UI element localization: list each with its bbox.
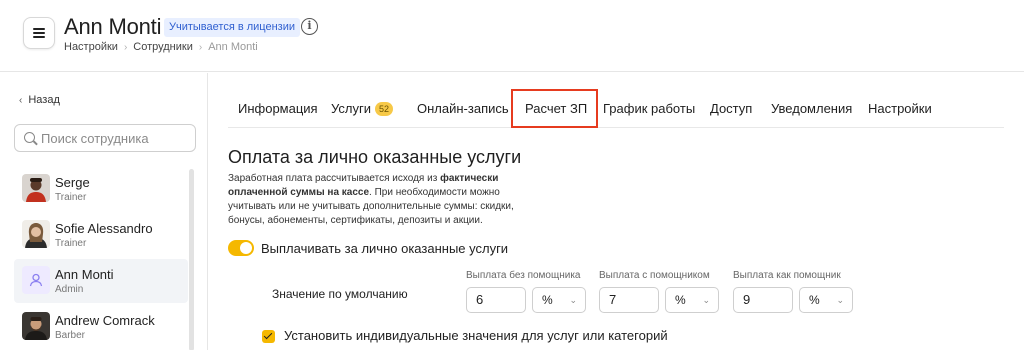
avatar — [22, 174, 50, 202]
value-input-as-assistant[interactable]: 9 — [733, 287, 793, 313]
col-label-with-assistant: Выплата с помощником — [599, 270, 710, 281]
pay-for-services-toggle[interactable] — [228, 240, 254, 256]
sidebar-scrollbar[interactable] — [189, 169, 194, 350]
breadcrumb-current: Ann Monti — [208, 41, 258, 53]
unit-select-as-assistant[interactable]: % ⌄ — [799, 287, 853, 313]
employee-role: Trainer — [55, 192, 87, 203]
hamburger-icon — [33, 28, 45, 38]
value-input-with-assistant[interactable]: 7 — [599, 287, 659, 313]
employee-name: Serge — [55, 175, 90, 190]
avatar — [22, 312, 50, 340]
tab-online-booking[interactable]: Онлайн-запись — [417, 90, 509, 128]
tab-label: График работы — [603, 101, 696, 116]
checkbox-label: Установить индивидуальные значения для у… — [284, 328, 668, 343]
breadcrumb-settings[interactable]: Настройки — [64, 41, 118, 53]
employee-search-input[interactable] — [41, 125, 191, 151]
unit-select-no-assistant[interactable]: % ⌄ — [532, 287, 586, 313]
tab-access[interactable]: Доступ — [710, 90, 752, 128]
back-label: Назад — [28, 94, 60, 106]
value-input-no-assistant[interactable]: 6 — [466, 287, 526, 313]
chevron-down-icon: ⌄ — [702, 295, 710, 305]
employee-name: Ann Monti — [55, 267, 114, 282]
info-icon[interactable]: i — [301, 18, 318, 35]
unit-value: % — [809, 293, 820, 307]
col-label-no-assistant: Выплата без помощника — [466, 270, 581, 281]
back-link[interactable]: ‹ Назад — [19, 94, 60, 106]
description-text: Заработная плата рассчитывается исходя и… — [228, 173, 441, 184]
tab-schedule[interactable]: График работы — [603, 90, 695, 128]
tab-label: Доступ — [710, 101, 753, 116]
search-icon — [24, 132, 35, 143]
license-badge: Учитывается в лицензии — [164, 18, 300, 37]
unit-value: % — [675, 293, 686, 307]
toggle-label: Выплачивать за лично оказанные услуги — [261, 241, 509, 256]
chevron-down-icon: ⌄ — [836, 295, 844, 305]
chevron-left-icon: ‹ — [19, 94, 23, 106]
tab-services[interactable]: Услуги 52 — [331, 90, 393, 128]
employee-role: Trainer — [55, 238, 87, 249]
chevron-right-icon: › — [123, 41, 128, 53]
chevron-down-icon: ⌄ — [569, 295, 577, 305]
page-title: Ann Monti — [64, 14, 162, 39]
tab-label: Настройки — [868, 101, 932, 116]
unit-select-with-assistant[interactable]: % ⌄ — [665, 287, 719, 313]
user-icon — [22, 266, 50, 294]
tab-info[interactable]: Информация — [238, 90, 318, 128]
page-header: Ann Monti Учитывается в лицензии i Настр… — [0, 0, 1024, 72]
individual-values-checkbox[interactable] — [262, 330, 275, 343]
employee-role: Admin — [55, 284, 84, 295]
avatar — [22, 220, 50, 248]
tab-label: Онлайн-запись — [417, 101, 509, 116]
section-title: Оплата за лично оказанные услуги — [228, 147, 522, 167]
col-label-as-assistant: Выплата как помощник — [733, 270, 841, 281]
tab-highlight-box — [511, 89, 598, 128]
tab-bar: Информация Услуги 52 Онлайн-запись Расчет… — [228, 90, 1004, 128]
services-count-badge: 52 — [374, 102, 393, 116]
breadcrumb: Настройки › Сотрудники › Ann Monti — [64, 41, 258, 53]
employee-item-andrew[interactable]: Andrew Comrack Barber — [14, 305, 188, 349]
tab-settings[interactable]: Настройки — [868, 90, 932, 128]
employee-sidebar: ‹ Назад Serge Trainer — [0, 73, 208, 350]
employee-item-serge[interactable]: Serge Trainer — [14, 167, 188, 211]
employee-item-ann-monti[interactable]: Ann Monti Admin — [14, 259, 188, 303]
unit-value: % — [542, 293, 553, 307]
employee-role: Barber — [55, 330, 86, 341]
default-value-label: Значение по умолчанию — [272, 287, 408, 301]
chevron-right-icon: › — [198, 41, 203, 53]
menu-button[interactable] — [23, 17, 55, 49]
breadcrumb-employees[interactable]: Сотрудники — [133, 41, 193, 53]
section-description: Заработная плата рассчитывается исходя и… — [228, 172, 548, 228]
employee-search — [14, 124, 196, 152]
tab-label: Услуги — [331, 101, 371, 116]
tab-label: Уведомления — [771, 101, 853, 116]
employee-item-sofie[interactable]: Sofie Alessandro Trainer — [14, 213, 188, 257]
tab-notifications[interactable]: Уведомления — [771, 90, 852, 128]
employee-name: Andrew Comrack — [55, 313, 155, 328]
tab-label: Информация — [238, 101, 318, 116]
employee-list: Serge Trainer Sofie Alessandro Trainer A… — [14, 167, 188, 350]
employee-name: Sofie Alessandro — [55, 221, 153, 236]
